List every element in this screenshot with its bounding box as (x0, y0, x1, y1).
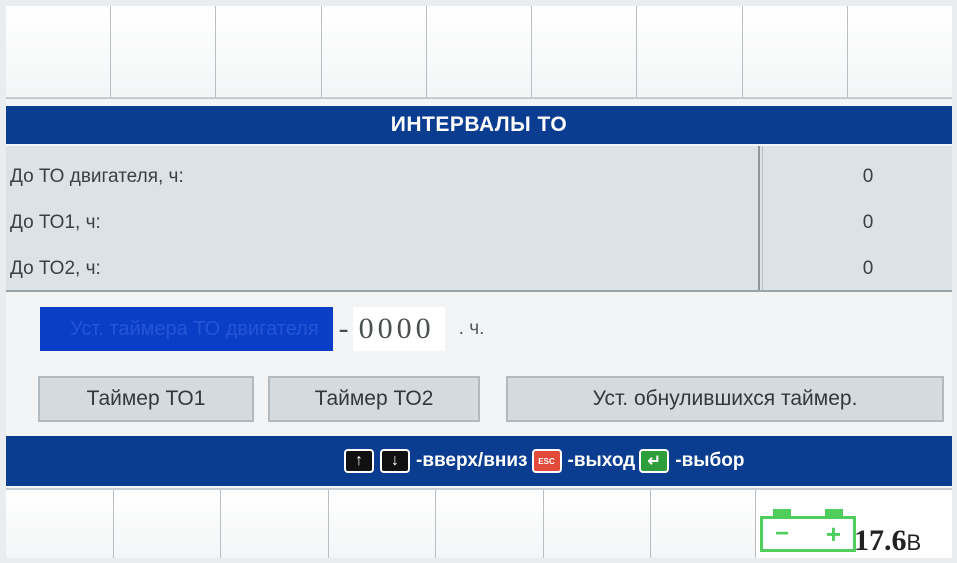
arrow-up-icon: ↑ (344, 449, 374, 473)
updown-hint: -вверх/вниз (416, 450, 528, 471)
softkey-top-5[interactable] (426, 6, 533, 98)
timer-setting-line: Уст. таймера ТО двигателя - 0000 . ч. (40, 306, 484, 352)
timer-to2-button[interactable]: Таймер ТО2 (268, 376, 480, 422)
voltage-unit: В (906, 530, 922, 555)
softkey-bottom-7[interactable] (651, 490, 756, 558)
softkey-top-3[interactable] (216, 6, 322, 98)
softkey-top-1[interactable] (6, 6, 112, 98)
battery-terminal (825, 509, 843, 516)
voltage-value: 17.6 (854, 524, 907, 557)
battery-voltage: 17.6В (854, 524, 921, 558)
timer-sign: - (338, 312, 349, 345)
help-bar: ↑ ↓ -вверх/вниз ESC -выход ↵ -выбор (6, 436, 952, 486)
interval-label: До ТО1, ч: (10, 212, 101, 233)
timer-to1-button[interactable]: Таймер ТО1 (38, 376, 254, 422)
top-softkey-bar (6, 6, 952, 99)
softkey-bottom-4[interactable] (328, 490, 436, 558)
interval-value: 0 (862, 212, 874, 233)
softkey-bottom-5[interactable] (436, 490, 544, 558)
interval-value: 0 (862, 166, 874, 187)
softkey-bottom-2[interactable] (113, 490, 221, 558)
interval-value: 0 (862, 258, 874, 279)
enter-key-icon: ↵ (639, 449, 670, 473)
esc-key-icon: ESC (531, 449, 562, 473)
timer-setting-selected-item[interactable]: Уст. таймера ТО двигателя (40, 307, 333, 351)
timer-unit: . ч. (458, 318, 485, 339)
battery-minus: − (775, 520, 790, 547)
battery-plus: + (825, 519, 841, 549)
timer-setting-label: Уст. таймера ТО двигателя (70, 318, 319, 340)
softkey-top-8[interactable] (742, 6, 848, 98)
page-title: ИНТЕРВАЛЫ ТО (6, 106, 952, 144)
reset-timers-button[interactable]: Уст. обнулившихся таймер. (506, 376, 944, 422)
arrow-down-icon: ↓ (380, 449, 410, 473)
interval-row-engine: До ТО двигателя, ч: 0 (6, 154, 952, 200)
battery-icon: − + (760, 509, 856, 552)
display-screen: ИНТЕРВАЛЫ ТО До ТО двигателя, ч: 0 До ТО… (6, 6, 952, 558)
softkey-top-6[interactable] (532, 6, 638, 98)
interval-label: До ТО2, ч: (10, 258, 101, 279)
softkey-top-2[interactable] (111, 6, 217, 98)
softkey-top-7[interactable] (637, 6, 743, 98)
softkey-bottom-1[interactable] (6, 490, 114, 558)
softkey-top-4[interactable] (321, 6, 427, 98)
softkey-top-9[interactable] (847, 6, 952, 98)
battery-terminal (773, 509, 791, 516)
interval-label: До ТО двигателя, ч: (10, 166, 184, 187)
interval-row-to2: До ТО2, ч: 0 (6, 246, 952, 292)
exit-hint: -выход (567, 450, 636, 471)
select-hint: -выбор (675, 450, 745, 471)
intervals-table: До ТО двигателя, ч: 0 До ТО1, ч: 0 До ТО… (6, 146, 952, 292)
bottom-softkey-bar: − + 17.6В (6, 488, 952, 558)
timer-digits-input[interactable]: 0000 (352, 307, 445, 351)
softkey-bottom-3[interactable] (221, 490, 329, 558)
battery-status-area: − + 17.6В (756, 490, 952, 558)
interval-row-to1: До ТО1, ч: 0 (6, 200, 952, 246)
softkey-bottom-6[interactable] (543, 490, 651, 558)
